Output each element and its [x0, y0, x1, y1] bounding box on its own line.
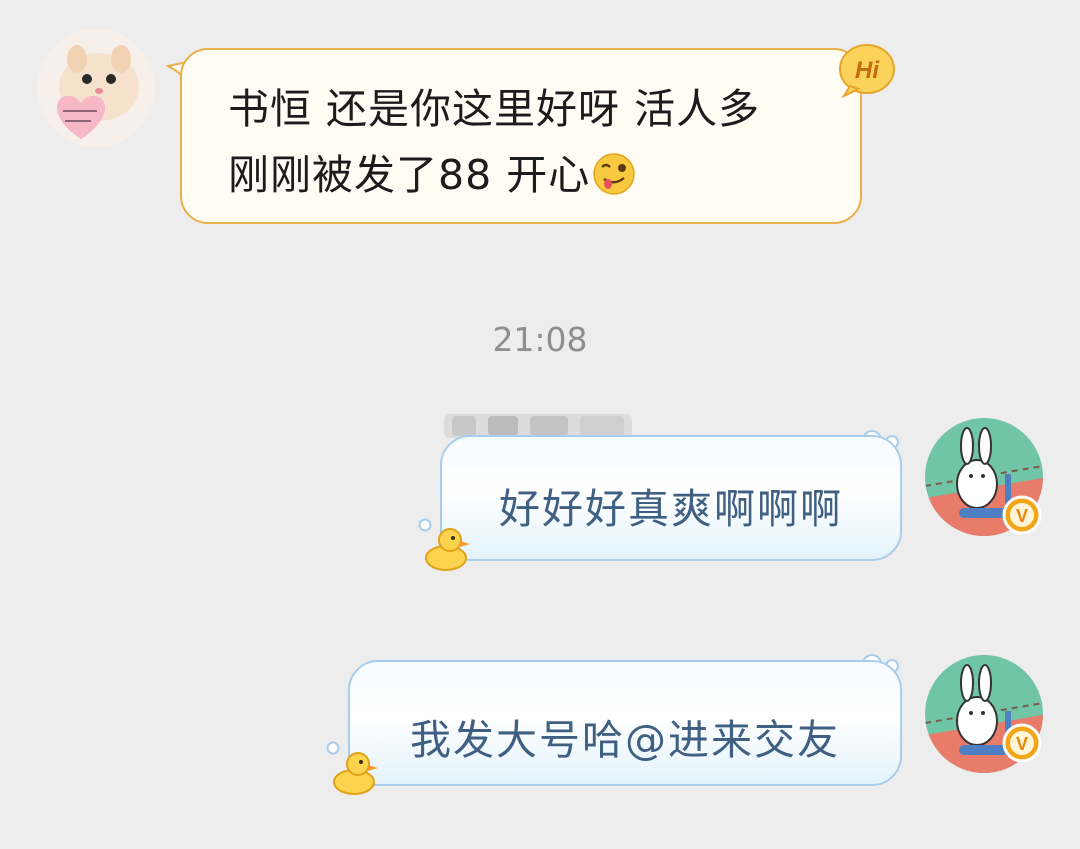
incoming-message-text: 书恒 还是你这里好呀 活人多 刚刚被发了88 开心 — [228, 76, 840, 208]
sender-avatar[interactable] — [37, 29, 155, 147]
hi-badge: Hi — [836, 42, 896, 99]
outgoing-message-bubble[interactable]: 好好好真爽啊啊啊 — [440, 435, 902, 561]
vip-badge-label: V — [1016, 734, 1028, 754]
incoming-message-line-1: 书恒 还是你这里好呀 活人多 — [228, 85, 761, 133]
incoming-message-bubble[interactable]: 书恒 还是你这里好呀 活人多 刚刚被发了88 开心 — [180, 48, 862, 224]
duck-icon — [425, 528, 470, 571]
outgoing-message-text: 我发大号哈@进来交友 — [410, 716, 840, 764]
vip-badge-icon: V — [1002, 723, 1042, 763]
cat-avatar-icon — [37, 29, 155, 147]
outgoing-message-text: 好好好真爽啊啊啊 — [499, 485, 843, 533]
timestamp: 21:08 — [0, 320, 1080, 359]
yum-face-emoji-icon — [593, 153, 635, 195]
timestamp-label: 21:08 — [492, 320, 588, 359]
duck-icon — [333, 752, 378, 795]
hi-badge-label: Hi — [855, 57, 880, 84]
vip-badge-label: V — [1016, 506, 1028, 526]
outgoing-message-bubble[interactable]: 我发大号哈@进来交友 — [348, 660, 902, 786]
vip-badge-icon: V — [1002, 495, 1042, 535]
incoming-message-line-2: 刚刚被发了88 开心 — [228, 151, 591, 199]
